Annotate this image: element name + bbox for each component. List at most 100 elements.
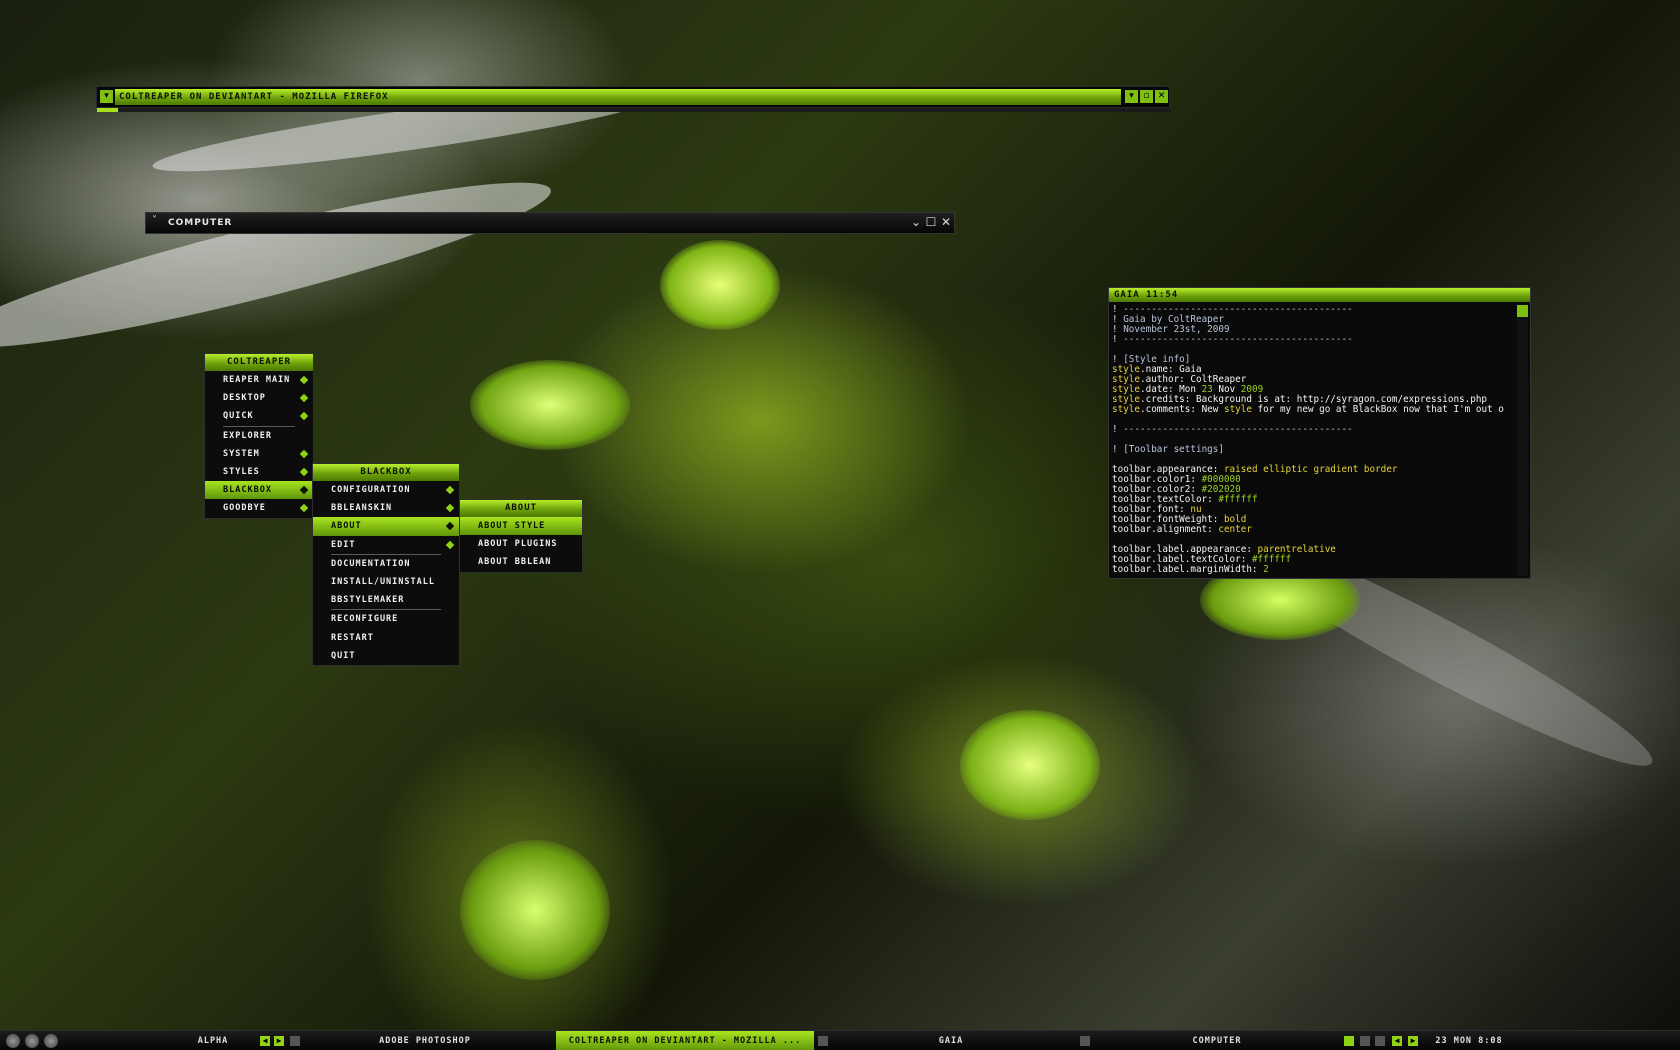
- firefox-window[interactable]: ▾ COLTREAPER ON DEVIANTART - MOZILLA FIR…: [96, 86, 1171, 112]
- menu-item-label: DESKTOP: [223, 393, 266, 404]
- menu-item-about-bblean[interactable]: ABOUT BBLEAN: [460, 553, 582, 571]
- submenu-arrow-icon: [445, 503, 455, 513]
- progress-fill: [97, 108, 119, 112]
- window-menu-button[interactable]: ▾: [100, 90, 113, 103]
- menu-item-bbleanskin[interactable]: BBLEANSKIN: [313, 499, 459, 517]
- tray-volume-icon[interactable]: [1375, 1036, 1385, 1046]
- menu-item-about-style[interactable]: ABOUT STYLE: [460, 517, 582, 536]
- editor-line[interactable]: ! --------------------------------------…: [1112, 425, 1516, 435]
- submenu-arrow-icon: [299, 485, 309, 495]
- editor-token: .comments: New: [1140, 404, 1224, 415]
- computer-window[interactable]: ˅ COMPUTER ⌄ ☐ ✕: [145, 212, 955, 234]
- chevron-down-icon[interactable]: ˅: [152, 215, 157, 226]
- menu-item-blackbox[interactable]: BLACKBOX: [205, 481, 313, 500]
- about-submenu[interactable]: ABOUT ABOUT STYLE ABOUT PLUGINS ABOUT BBLE…: [459, 499, 583, 573]
- editor-token: #ffffff: [1218, 494, 1258, 505]
- editor-token: 2: [1263, 564, 1269, 575]
- editor-line[interactable]: ! --------------------------------------…: [1112, 335, 1516, 345]
- close-button[interactable]: ✕: [940, 216, 952, 228]
- menu-item-bbstylemaker[interactable]: BBSTYLEMAKER: [313, 591, 459, 609]
- menu-item-about-plugins[interactable]: ABOUT PLUGINS: [460, 535, 582, 553]
- menu-item-install-uninstall[interactable]: INSTALL/UNINSTALL: [313, 573, 459, 591]
- menu-item-quit[interactable]: QUIT: [313, 647, 459, 665]
- folder-icon[interactable]: [290, 1036, 300, 1046]
- submenu-arrow-icon: [299, 467, 309, 477]
- tray-prev-button[interactable]: ◀: [1392, 1036, 1402, 1046]
- menu-item-reconfigure[interactable]: RECONFIGURE: [313, 610, 459, 628]
- tray-checkmark-icon[interactable]: [1344, 1036, 1354, 1046]
- editor-line[interactable]: ! [Toolbar settings]: [1112, 445, 1516, 455]
- menu-item-styles[interactable]: STYLES: [205, 463, 313, 481]
- editor-line[interactable]: toolbar.alignment: center: [1112, 525, 1516, 535]
- editor-line[interactable]: style.comments: New style for my new go …: [1112, 405, 1516, 415]
- maximize-button[interactable]: ☐: [925, 216, 937, 228]
- menu-item-reaper-main[interactable]: REAPER MAIN: [205, 371, 313, 389]
- editor-title[interactable]: GAIA 11:54: [1109, 288, 1530, 302]
- firefox-icon[interactable]: [25, 1034, 39, 1048]
- editor-token: raised elliptic gradient border: [1223, 464, 1398, 475]
- notepad-icon[interactable]: [818, 1036, 828, 1046]
- menu-item-configuration[interactable]: CONFIGURATION: [313, 481, 459, 499]
- computer-icon[interactable]: [1080, 1036, 1090, 1046]
- close-button[interactable]: ✕: [1155, 90, 1168, 103]
- submenu-arrow-icon: [299, 504, 309, 513]
- scrollbar-thumb[interactable]: [1517, 305, 1528, 317]
- menu-item-label: REAPER MAIN: [223, 375, 291, 385]
- menu-item-edit[interactable]: EDIT: [313, 536, 459, 554]
- menu-item-documentation[interactable]: DOCUMENTATION: [313, 555, 459, 573]
- minimize-button[interactable]: ▾: [1125, 90, 1138, 103]
- editor-text[interactable]: ! --------------------------------------…: [1112, 305, 1516, 576]
- menu-item-label: STYLES: [223, 466, 260, 477]
- menu-title: COLTREAPER: [205, 354, 313, 371]
- workspace-prev-button[interactable]: ◀: [260, 1036, 270, 1046]
- task-computer[interactable]: COMPUTER: [1094, 1031, 1340, 1050]
- blackbox-submenu[interactable]: BLACKBOX CONFIGURATION BBLEANSKIN ABOUT EDI…: [312, 463, 460, 666]
- tray-next-button[interactable]: ▶: [1408, 1036, 1418, 1046]
- wallpaper-streak: [460, 840, 610, 980]
- tray-network-icon[interactable]: [1360, 1036, 1370, 1046]
- menu-item-quick[interactable]: QUICK: [205, 407, 313, 425]
- workspace-next-button[interactable]: ▶: [274, 1036, 284, 1046]
- gaia-editor-window[interactable]: GAIA 11:54 ! ---------------------------…: [1108, 287, 1531, 579]
- workspace-label[interactable]: ALPHA: [172, 1031, 254, 1050]
- menu-item-label: INSTALL/UNINSTALL: [331, 576, 435, 587]
- menu-item-label: ABOUT: [331, 521, 362, 532]
- menu-item-restart[interactable]: RESTART: [313, 629, 459, 647]
- menu-item-label: BBSTYLEMAKER: [331, 595, 405, 606]
- menu-title: ABOUT: [460, 500, 582, 517]
- menu-item-label: GOODBYE: [223, 503, 266, 514]
- submenu-arrow-icon: [445, 485, 455, 495]
- computer-window-title[interactable]: COMPUTER: [168, 213, 232, 233]
- editor-token: toolbar.alignment:: [1112, 524, 1219, 535]
- start-icon[interactable]: [6, 1034, 20, 1048]
- menu-item-desktop[interactable]: DESKTOP: [205, 389, 313, 407]
- menu-item-explorer[interactable]: EXPLORER: [205, 427, 313, 445]
- menu-item-label: CONFIGURATION: [331, 485, 411, 495]
- menu-item-about[interactable]: ABOUT: [313, 517, 459, 536]
- wallpaper-streak: [960, 710, 1100, 820]
- photoshop-icon[interactable]: [44, 1034, 58, 1048]
- menu-item-goodbye[interactable]: GOODBYE: [205, 499, 313, 517]
- root-menu[interactable]: COLTREAPER REAPER MAIN DESKTOP QUICK EXPLOR…: [204, 353, 314, 519]
- task-photoshop[interactable]: ADOBE PHOTOSHOP: [310, 1031, 540, 1050]
- menu-item-label: ABOUT BBLEAN: [478, 557, 552, 568]
- menu-item-label: DOCUMENTATION: [331, 558, 411, 569]
- menu-item-label: BLACKBOX: [223, 485, 272, 496]
- menu-item-label: RESTART: [331, 632, 374, 643]
- menu-item-label: EXPLORER: [223, 430, 272, 441]
- task-gaia[interactable]: GAIA: [830, 1031, 1072, 1050]
- taskbar: ALPHA ◀ ▶ ADOBE PHOTOSHOP COLTREAPER ON …: [0, 1030, 1680, 1050]
- vertical-scrollbar[interactable]: [1517, 305, 1528, 576]
- menu-item-system[interactable]: SYSTEM: [205, 445, 313, 463]
- editor-line[interactable]: toolbar.label.marginWidth: 2: [1112, 565, 1516, 575]
- editor-token: for my new go at BlackBox now that I'm o…: [1251, 404, 1504, 415]
- submenu-arrow-icon: [299, 393, 309, 403]
- firefox-window-title[interactable]: COLTREAPER ON DEVIANTART - MOZILLA FIREF…: [115, 89, 1121, 105]
- menu-item-label: EDIT: [331, 539, 356, 550]
- wallpaper-streak: [0, 156, 560, 374]
- clock[interactable]: 23 MON 8:08: [1424, 1031, 1514, 1050]
- task-firefox[interactable]: COLTREAPER ON DEVIANTART - MOZILLA ...: [556, 1031, 814, 1050]
- editor-token: style: [1223, 404, 1252, 415]
- maximize-button[interactable]: ▫: [1140, 90, 1153, 103]
- minimize-button[interactable]: ⌄: [910, 216, 922, 228]
